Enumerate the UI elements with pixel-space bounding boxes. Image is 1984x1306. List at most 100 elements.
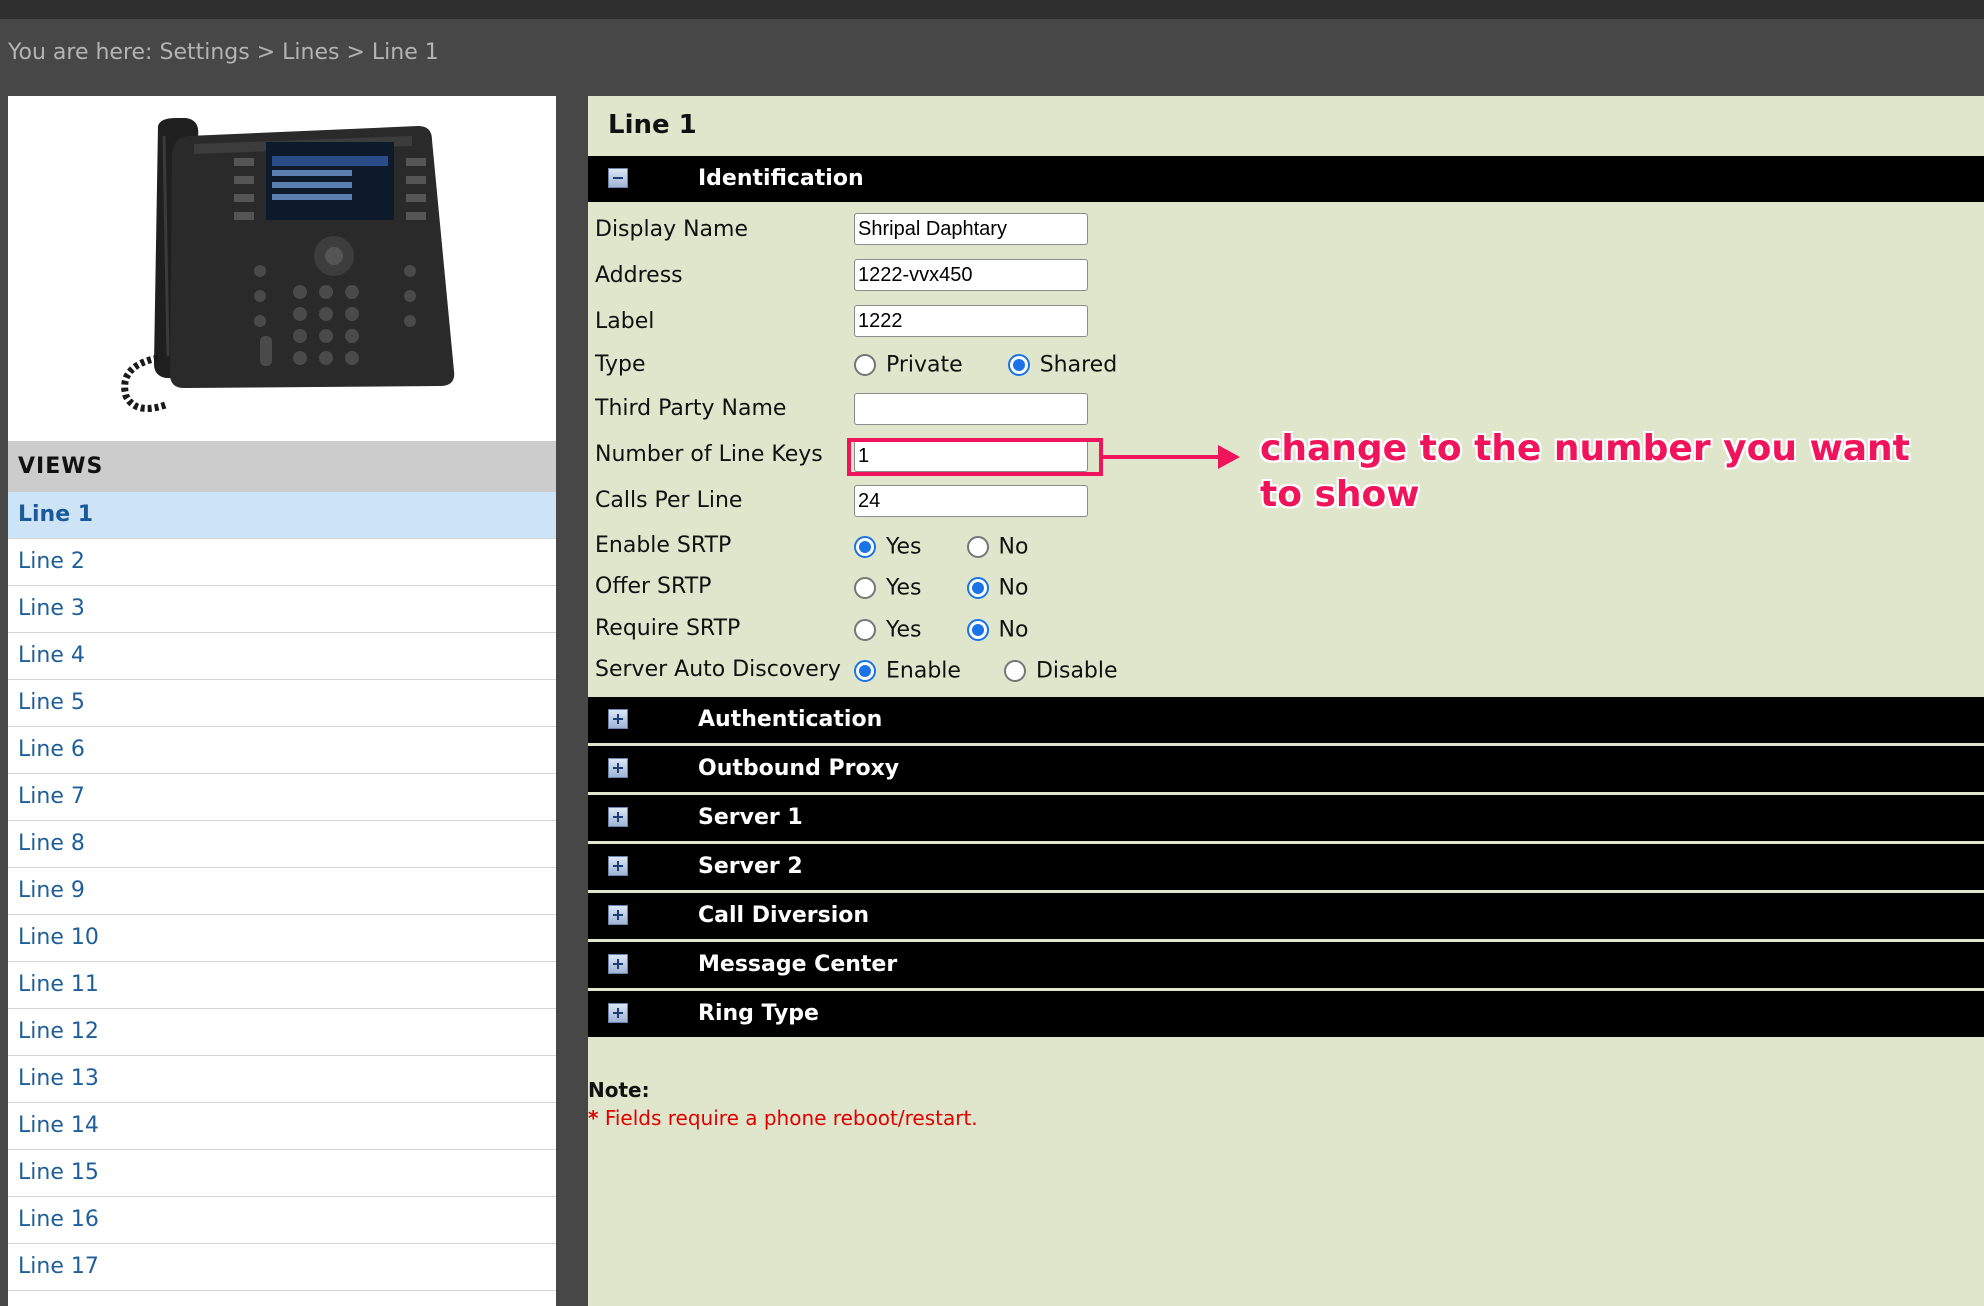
desk-phone-image (121, 118, 455, 412)
sidebar-item-line-6[interactable]: Line 6 (8, 727, 556, 774)
sidebar-item-line-4[interactable]: Line 4 (8, 633, 556, 680)
sidebar-item-line-5[interactable]: Line 5 (8, 680, 556, 727)
enable-srtp-no-text: No (998, 534, 1029, 560)
section-message-center[interactable]: Message Center (588, 942, 1984, 988)
section-label: Server 2 (698, 854, 803, 879)
line-list: Line 1 Line 2 Line 3 Line 4 Line 5 Line 6 Line… (8, 492, 556, 1291)
display-name-input[interactable] (854, 213, 1088, 245)
type-shared-text: Shared (1039, 352, 1118, 378)
sidebar-item-line-8[interactable]: Line 8 (8, 821, 556, 868)
sidebar-item-line-2[interactable]: Line 2 (8, 539, 556, 586)
enable-srtp-no-option[interactable]: No (966, 534, 1029, 560)
type-radio-group: Private Shared (854, 352, 1117, 378)
server-auto-discovery-enable-option[interactable]: Enable (854, 658, 961, 684)
server-auto-discovery-label: Server Auto Discovery (595, 657, 841, 682)
plus-icon[interactable] (608, 954, 628, 974)
section-server-1[interactable]: Server 1 (588, 795, 1984, 841)
sidebar-item-line-7[interactable]: Line 7 (8, 774, 556, 821)
enable-srtp-yes-option[interactable]: Yes (854, 534, 922, 560)
note-text: * Fields require a phone reboot/restart. (588, 1106, 978, 1130)
offer-srtp-yes-option[interactable]: Yes (854, 575, 922, 601)
breadcrumb-lines[interactable]: Lines (282, 40, 339, 65)
offer-srtp-radio-group: Yes No (854, 575, 1028, 601)
main-panel: Line 1 Identification Display Name Addre… (588, 96, 1984, 1306)
sidebar-item-line-16[interactable]: Line 16 (8, 1197, 556, 1244)
sidebar-item-line-15[interactable]: Line 15 (8, 1150, 556, 1197)
sidebar-item-line-13[interactable]: Line 13 (8, 1056, 556, 1103)
calls-per-line-input[interactable] (854, 485, 1088, 517)
top-bar (0, 0, 1984, 19)
type-private-option[interactable]: Private (854, 352, 963, 378)
offer-srtp-no-radio[interactable] (966, 577, 989, 599)
require-srtp-label: Require SRTP (595, 616, 741, 641)
require-srtp-yes-radio[interactable] (854, 619, 876, 641)
sidebar-item-line-1[interactable]: Line 1 (8, 492, 556, 539)
server-auto-discovery-radio-group: Enable Disable (854, 658, 1118, 684)
plus-icon[interactable] (608, 905, 628, 925)
enable-srtp-label: Enable SRTP (595, 533, 732, 558)
enable-srtp-no-radio[interactable] (966, 536, 989, 558)
note-message: Fields require a phone reboot/restart. (604, 1106, 978, 1130)
require-srtp-yes-option[interactable]: Yes (854, 617, 922, 643)
type-shared-radio[interactable] (1007, 354, 1030, 376)
section-label: Server 1 (698, 805, 803, 830)
note: Note: * Fields require a phone reboot/re… (588, 1078, 978, 1130)
offer-srtp-no-option[interactable]: No (966, 575, 1029, 601)
section-outbound-proxy[interactable]: Outbound Proxy (588, 746, 1984, 792)
section-call-diversion[interactable]: Call Diversion (588, 893, 1984, 939)
number-of-line-keys-label: Number of Line Keys (595, 442, 823, 467)
offer-srtp-no-text: No (998, 575, 1029, 601)
minus-icon[interactable] (608, 168, 628, 188)
offer-srtp-yes-text: Yes (886, 575, 922, 601)
sidebar-item-line-3[interactable]: Line 3 (8, 586, 556, 633)
sidebar-item-line-12[interactable]: Line 12 (8, 1009, 556, 1056)
annotation-arrow-icon (1218, 445, 1240, 469)
plus-icon[interactable] (608, 807, 628, 827)
note-title: Note: (588, 1078, 650, 1102)
server-auto-discovery-enable-radio[interactable] (854, 660, 876, 682)
sidebar-item-line-10[interactable]: Line 10 (8, 915, 556, 962)
breadcrumb: You are here: Settings > Lines > Line 1 (8, 40, 446, 65)
address-input[interactable] (854, 259, 1088, 291)
label-input[interactable] (854, 305, 1088, 337)
section-authentication[interactable]: Authentication (588, 697, 1984, 743)
section-label: Outbound Proxy (698, 756, 900, 781)
type-private-text: Private (886, 352, 963, 378)
server-auto-discovery-enable-text: Enable (886, 658, 961, 684)
offer-srtp-yes-radio[interactable] (854, 577, 876, 599)
offer-srtp-label: Offer SRTP (595, 574, 712, 599)
breadcrumb-settings[interactable]: Settings (159, 40, 249, 65)
type-shared-option[interactable]: Shared (1007, 352, 1118, 378)
plus-icon[interactable] (608, 709, 628, 729)
plus-icon[interactable] (608, 758, 628, 778)
type-private-radio[interactable] (854, 354, 876, 376)
sidebar-item-line-11[interactable]: Line 11 (8, 962, 556, 1009)
enable-srtp-radio-group: Yes No (854, 534, 1028, 560)
display-name-label: Display Name (595, 217, 748, 242)
require-srtp-no-option[interactable]: No (966, 617, 1028, 643)
require-srtp-no-radio[interactable] (966, 619, 989, 641)
sidebar-item-line-9[interactable]: Line 9 (8, 868, 556, 915)
require-srtp-yes-text: Yes (886, 617, 922, 643)
section-label: Ring Type (698, 1001, 819, 1026)
section-label: Identification (698, 166, 864, 191)
sidebar-item-line-17[interactable]: Line 17 (8, 1244, 556, 1291)
breadcrumb-separator: > (256, 40, 276, 65)
plus-icon[interactable] (608, 856, 628, 876)
enable-srtp-yes-radio[interactable] (854, 536, 876, 558)
section-label: Call Diversion (698, 903, 870, 928)
section-ring-type[interactable]: Ring Type (588, 991, 1984, 1037)
section-identification[interactable]: Identification (588, 156, 1984, 202)
plus-icon[interactable] (608, 1003, 628, 1023)
section-label: Message Center (698, 952, 898, 977)
third-party-name-input[interactable] (854, 393, 1088, 425)
sidebar-item-line-14[interactable]: Line 14 (8, 1103, 556, 1150)
annotation-arrow-line (1103, 455, 1223, 459)
server-auto-discovery-disable-option[interactable]: Disable (1003, 658, 1118, 684)
section-server-2[interactable]: Server 2 (588, 844, 1984, 890)
breadcrumb-current: Line 1 (371, 40, 439, 65)
enable-srtp-yes-text: Yes (886, 534, 922, 560)
device-image-area (8, 96, 556, 441)
server-auto-discovery-disable-radio[interactable] (1003, 660, 1026, 682)
server-auto-discovery-disable-text: Disable (1035, 658, 1118, 684)
